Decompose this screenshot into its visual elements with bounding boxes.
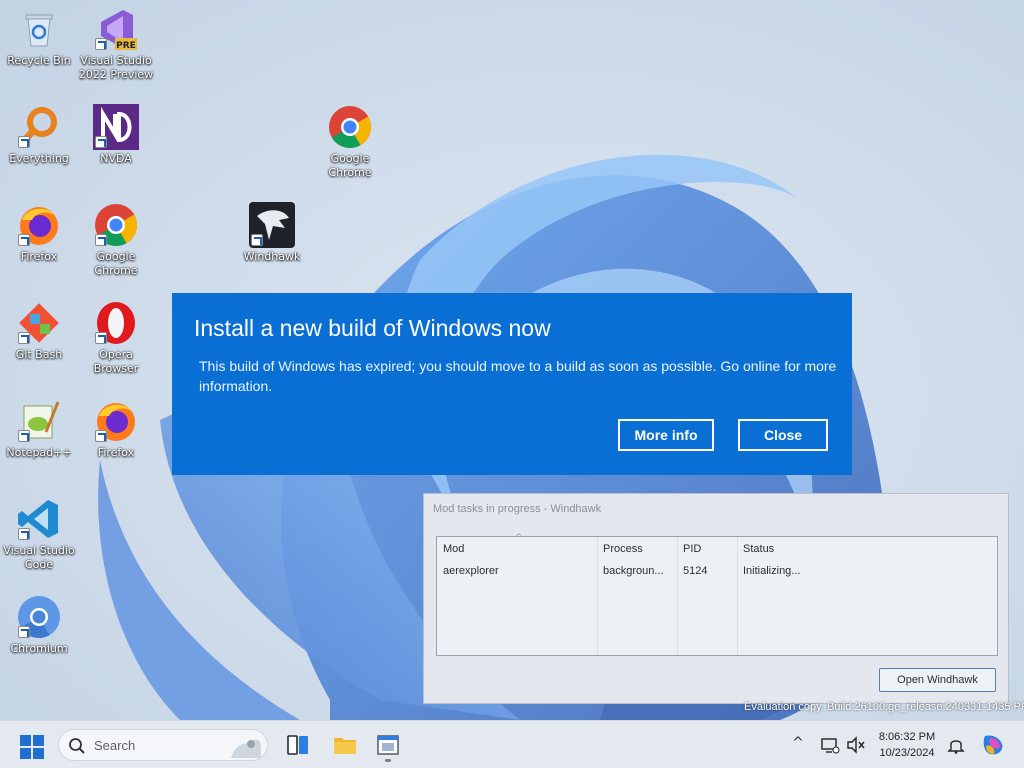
desktop-icon-label: Chromium <box>10 642 68 655</box>
taskbar-task-view[interactable] <box>282 729 314 761</box>
shortcut-arrow-icon <box>95 136 107 148</box>
windows-logo-icon <box>20 735 31 746</box>
windows-logo-icon <box>33 748 44 759</box>
recycle-bin-icon <box>25 14 53 47</box>
window-title: Mod tasks in progress - Windhawk <box>433 503 602 515</box>
desktop-icon-label: Opera Browser <box>93 348 139 375</box>
desktop-icon-nvda[interactable]: NVDA <box>78 104 154 166</box>
desktop-icon-recycle-bin[interactable]: Recycle Bin <box>1 6 77 68</box>
column-header-process[interactable]: Process <box>603 543 643 555</box>
close-button[interactable]: Close <box>738 419 828 451</box>
desktop-icon-label: NVDA <box>100 152 132 165</box>
column-header-pid[interactable]: PID <box>683 543 701 555</box>
network-icon[interactable] <box>820 735 840 755</box>
desktop-icon-label: Google Chrome <box>328 152 372 179</box>
shortcut-arrow-icon <box>18 136 30 148</box>
clock-time: 8:06:32 PM <box>878 731 936 743</box>
cell-process: backgroun... <box>603 565 664 577</box>
taskbar-search-box[interactable]: Search <box>58 729 268 761</box>
column-header-status[interactable]: Status <box>743 543 774 555</box>
mod-tasks-list[interactable]: ^ Mod Process PID Status aerexplorer bac… <box>436 533 998 656</box>
desktop-icon-label: Windhawk <box>243 250 301 263</box>
task-view-icon <box>287 735 308 755</box>
notification-bell-icon[interactable] <box>947 736 965 754</box>
dialog-message: This build of Windows has expired; you s… <box>199 358 837 394</box>
cell-mod: aerexplorer <box>443 565 499 577</box>
desktop-icon-label: Notepad++ <box>6 446 72 459</box>
desktop-icon-label: Everything <box>9 152 69 165</box>
list-item[interactable]: aerexplorer backgroun... 5124 Initializi… <box>437 561 997 581</box>
windows-logo-icon <box>33 735 44 746</box>
desktop-icon-everything[interactable]: Everything <box>1 104 77 166</box>
shortcut-arrow-icon <box>18 332 30 344</box>
desktop-icon-label: Git Bash <box>15 348 63 361</box>
desktop-icon-label: Firefox <box>20 250 58 263</box>
shortcut-arrow-icon <box>95 332 107 344</box>
desktop-icon-label: Recycle Bin <box>7 54 71 67</box>
desktop-icon-google-chrome[interactable]: Google Chrome <box>78 202 154 278</box>
open-windhawk-button[interactable]: Open Windhawk <box>879 668 996 692</box>
desktop-icon-git-bash[interactable]: Git Bash <box>1 300 77 362</box>
column-header-mod[interactable]: Mod <box>443 543 464 555</box>
shortcut-arrow-icon <box>95 38 107 50</box>
desktop-icon-firefox[interactable]: Firefox <box>1 202 77 264</box>
cell-status: Initializing... <box>743 565 801 577</box>
taskbar-file-explorer[interactable] <box>329 729 361 761</box>
start-button[interactable] <box>20 735 44 759</box>
shortcut-arrow-icon <box>18 234 30 246</box>
show-hidden-icons-chevron-icon[interactable]: ^ <box>789 735 807 753</box>
search-placeholder: Search <box>94 738 136 753</box>
desktop-icon-vscode[interactable]: Visual Studio Code <box>1 496 77 572</box>
windows-logo-icon <box>20 748 31 759</box>
desktop-icon-chromium[interactable]: Chromium <box>1 594 77 656</box>
shortcut-arrow-icon <box>18 528 30 540</box>
desktop-icon-label: Firefox <box>97 446 135 459</box>
windhawk-taskbar-icon <box>377 735 399 755</box>
pre-badge: PRE <box>116 41 136 51</box>
file-explorer-icon <box>334 738 356 754</box>
search-highlight-icon <box>231 739 261 758</box>
cell-pid: 5124 <box>683 565 708 577</box>
shortcut-arrow-icon <box>18 626 30 638</box>
build-expired-dialog: Install a new build of Windows now This … <box>172 293 852 475</box>
desktop-icon-google-chrome[interactable]: Google Chrome <box>312 104 388 180</box>
desktop-icon-label: Visual Studio Code <box>3 544 75 571</box>
shortcut-arrow-icon <box>18 430 30 442</box>
dialog-title: Install a new build of Windows now <box>194 315 551 341</box>
system-clock[interactable]: 8:06:32 PM 10/23/2024 <box>872 729 942 761</box>
shortcut-arrow-icon <box>95 234 107 246</box>
taskbar: Search ^ 8:06:32 PM 10/23/2024 <box>0 720 1024 768</box>
more-info-button[interactable]: More info <box>618 419 714 451</box>
desktop-icon-notepad-plus-plus[interactable]: Notepad++ <box>1 398 77 460</box>
search-icon <box>69 738 85 754</box>
desktop-icon-visual-studio-preview[interactable]: PRE Visual Studio 2022 Preview <box>78 6 154 82</box>
desktop-icon-firefox[interactable]: Firefox <box>78 398 154 460</box>
desktop-icon-windhawk[interactable]: Windhawk <box>234 202 310 264</box>
shortcut-arrow-icon <box>251 234 263 246</box>
evaluation-watermark: Evaluation copy. Build 26100.ge_release.… <box>744 701 1024 713</box>
desktop-icon-opera[interactable]: Opera Browser <box>78 300 154 376</box>
volume-muted-icon[interactable] <box>846 735 866 755</box>
desktop-icon-label: Visual Studio 2022 Preview <box>78 54 154 81</box>
clock-date: 10/23/2024 <box>879 747 935 759</box>
desktop-icon-label: Google Chrome <box>94 250 138 277</box>
running-app-indicator <box>385 759 391 762</box>
shortcut-arrow-icon <box>95 430 107 442</box>
chrome-icon <box>329 106 372 149</box>
windhawk-mod-tasks-window: Mod tasks in progress - Windhawk ^ Mod P… <box>423 493 1009 704</box>
list-header: Mod Process PID Status <box>437 539 997 559</box>
copilot-icon[interactable] <box>980 732 1006 758</box>
taskbar-windhawk[interactable] <box>372 729 404 761</box>
